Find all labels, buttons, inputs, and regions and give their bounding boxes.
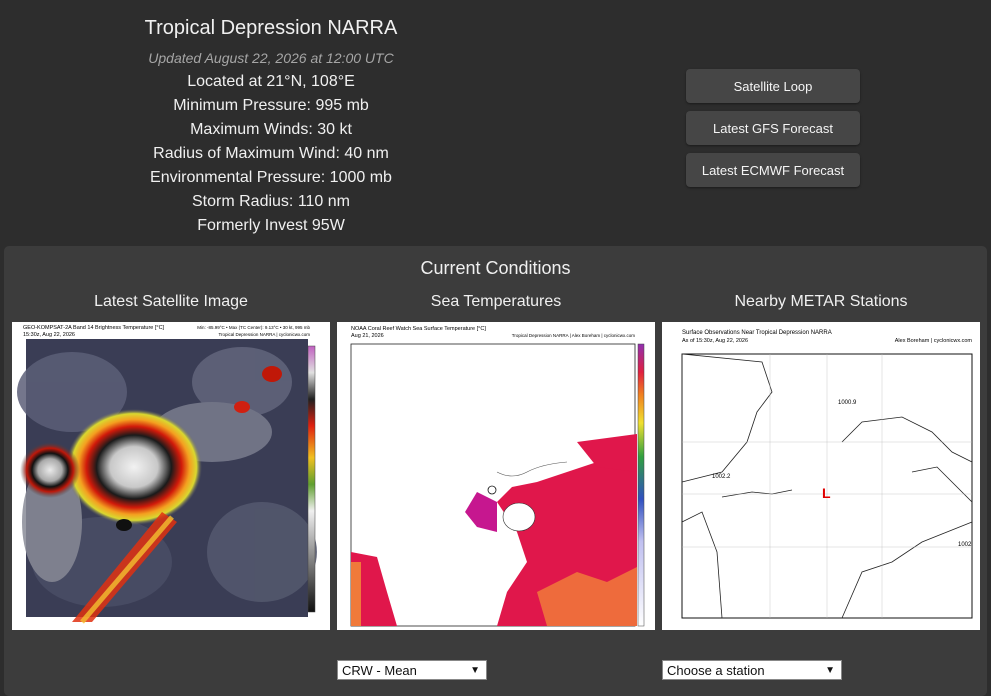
metar-image-graphic: 1000.9 1002.2 1002 L Surface Observation…	[662, 322, 980, 630]
storm-location: Located at 21°N, 108°E	[187, 73, 355, 90]
satellite-caption-right: Min: -85.99°C • Max (TC Center): 9.13°C …	[197, 325, 310, 330]
metar-obs-3: 1002	[958, 542, 972, 548]
station-select[interactable]: Choose a station ▼	[662, 660, 842, 680]
metar-caption-time: As of 15:30z, Aug 22, 2026	[682, 338, 748, 344]
satellite-image[interactable]: GEO-KOMPSAT-2A Band 14 Brightness Temper…	[12, 322, 330, 630]
low-pressure-marker: L	[822, 485, 831, 501]
metar-caption-title: Surface Observations Near Tropical Depre…	[682, 330, 832, 336]
sst-caption: NOAA Coral Reef Watch Sea Surface Temper…	[351, 326, 486, 332]
sst-image-graphic: NOAA Coral Reef Watch Sea Surface Temper…	[337, 322, 655, 630]
satellite-caption-time: 15:30z, Aug 22, 2026	[23, 332, 75, 338]
sst-product-select[interactable]: CRW - Mean ▼	[337, 660, 487, 680]
sst-caption-time: Aug 21, 2026	[351, 333, 384, 339]
sst-heading: Sea Temperatures	[430, 293, 562, 310]
conditions-title: Current Conditions	[420, 258, 571, 278]
sst-column: Sea Temperatures NOAA Coral Reef Watch S…	[337, 292, 655, 630]
satellite-caption: GEO-KOMPSAT-2A Band 14 Brightness Temper…	[23, 325, 165, 331]
storm-radius: Storm Radius: 110 nm	[192, 193, 350, 210]
metar-caption-right: Alex Boreham | cyclonicwx.com	[895, 338, 973, 344]
satellite-column: Latest Satellite Image GEO-KOMPSAT-2A Ba…	[12, 292, 330, 630]
satellite-caption-right-2: Tropical Depression NARRA | cyclonicwx.c…	[218, 332, 310, 337]
satellite-heading: Latest Satellite Image	[94, 293, 248, 310]
metar-obs-1: 1000.9	[838, 400, 857, 406]
metar-image[interactable]: 1000.9 1002.2 1002 L Surface Observation…	[662, 322, 980, 630]
sst-caption-right: Tropical Depression NARRA | Alex Boreham…	[512, 333, 635, 338]
link-buttons: Satellite Loop Latest GFS Forecast Lates…	[686, 69, 860, 195]
satellite-image-graphic: GEO-KOMPSAT-2A Band 14 Brightness Temper…	[12, 322, 330, 630]
storm-title: Tropical Depression NARRA	[144, 17, 398, 39]
radius-max-wind: Radius of Maximum Wind: 40 nm	[153, 145, 389, 162]
sst-image[interactable]: NOAA Coral Reef Watch Sea Surface Temper…	[337, 322, 655, 630]
metar-obs-2: 1002.2	[712, 474, 731, 480]
gfs-forecast-button[interactable]: Latest GFS Forecast	[686, 111, 860, 145]
max-winds: Maximum Winds: 30 kt	[190, 121, 352, 138]
current-conditions-panel: Current Conditions Latest Satellite Imag…	[4, 246, 987, 696]
formerly-invest: Formerly Invest 95W	[197, 217, 345, 234]
station-select-value: Choose a station	[667, 663, 765, 678]
env-pressure: Environmental Pressure: 1000 mb	[150, 169, 392, 186]
chevron-down-icon: ▼	[825, 665, 835, 676]
sst-select-value: CRW - Mean	[342, 663, 417, 678]
storm-info: Tropical Depression NARRA Updated August…	[120, 14, 422, 238]
metar-heading: Nearby METAR Stations	[734, 293, 908, 310]
ecmwf-forecast-button[interactable]: Latest ECMWF Forecast	[686, 153, 860, 187]
min-pressure: Minimum Pressure: 995 mb	[173, 97, 369, 114]
updated-timestamp: Updated August 22, 2026 at 12:00 UTC	[148, 50, 394, 66]
metar-column: Nearby METAR Stations 1000.9 1002.2 1002…	[662, 292, 980, 630]
satellite-loop-button[interactable]: Satellite Loop	[686, 69, 860, 103]
chevron-down-icon: ▼	[470, 665, 480, 676]
storm-header: Tropical Depression NARRA Updated August…	[0, 0, 991, 246]
